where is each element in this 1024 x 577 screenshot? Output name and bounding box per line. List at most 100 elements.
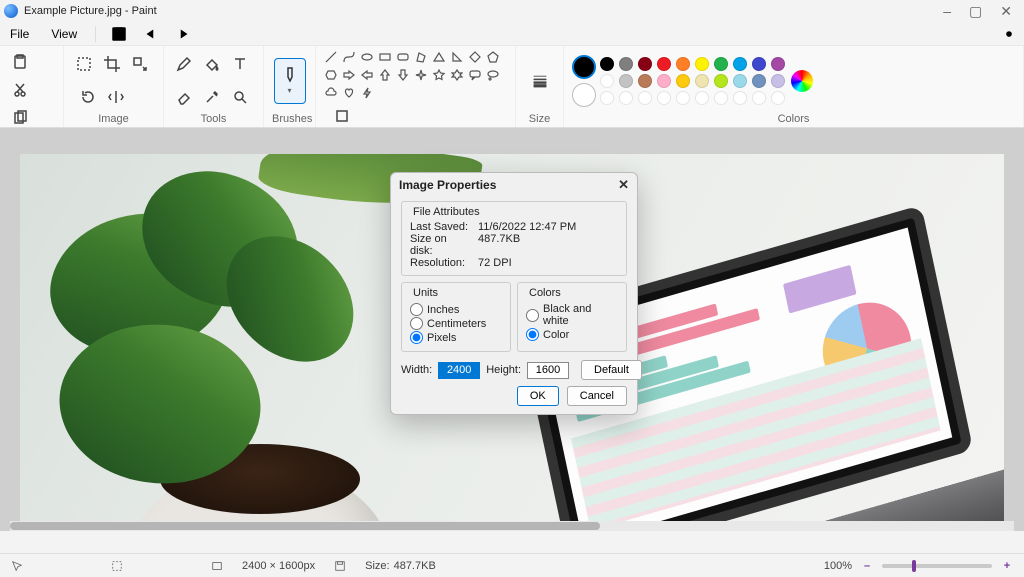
redo-icon[interactable] (174, 25, 192, 43)
color-swatch[interactable] (695, 91, 709, 105)
color-swatch[interactable] (638, 57, 652, 71)
color1-swatch[interactable] (572, 55, 596, 79)
units-pixels-radio[interactable] (410, 331, 423, 344)
color-swatch[interactable] (676, 91, 690, 105)
shape-lightning-icon[interactable] (360, 86, 374, 100)
zoom-slider[interactable] (882, 564, 992, 568)
color-swatch[interactable] (752, 91, 766, 105)
size-button[interactable] (525, 66, 555, 96)
shape-arrowd-icon[interactable] (396, 68, 410, 82)
shape-arrowu-icon[interactable] (378, 68, 392, 82)
color-swatch[interactable] (638, 91, 652, 105)
crop-icon[interactable] (100, 52, 124, 76)
pencil-icon[interactable] (172, 52, 196, 76)
color-swatch[interactable] (771, 91, 785, 105)
default-button[interactable]: Default (581, 360, 642, 380)
color-swatch[interactable] (733, 74, 747, 88)
shape-oval-icon[interactable] (360, 50, 374, 64)
shape-heart-icon[interactable] (342, 86, 356, 100)
rotate-icon[interactable] (76, 85, 100, 109)
color-swatch[interactable] (733, 57, 747, 71)
color-swatch[interactable] (771, 74, 785, 88)
width-input[interactable] (438, 362, 480, 379)
zoom-in-button[interactable]: + (1000, 559, 1014, 573)
shape-callout-icon[interactable] (468, 68, 482, 82)
brushes-button[interactable]: ▾ (274, 58, 306, 104)
shape-hexagon-icon[interactable] (324, 68, 338, 82)
shape-curve-icon[interactable] (342, 50, 356, 64)
menu-file[interactable]: File (6, 25, 33, 43)
colors-color-radio[interactable] (526, 328, 539, 341)
shape-arrowr-icon[interactable] (342, 68, 356, 82)
cancel-button[interactable]: Cancel (567, 386, 627, 406)
shape-cloud-icon[interactable] (324, 86, 338, 100)
eyedropper-icon[interactable] (200, 85, 224, 109)
dialog-close-button[interactable]: ✕ (618, 177, 629, 193)
color-swatch[interactable] (695, 57, 709, 71)
close-button[interactable]: ✕ (1000, 3, 1012, 20)
color-swatch[interactable] (771, 57, 785, 71)
color-swatch[interactable] (638, 74, 652, 88)
height-input[interactable] (527, 362, 569, 379)
text-icon[interactable] (228, 52, 252, 76)
shape-star4-icon[interactable] (414, 68, 428, 82)
shape-rtriangle-icon[interactable] (450, 50, 464, 64)
shape-polygon-icon[interactable] (414, 50, 428, 64)
color-swatch[interactable] (752, 74, 766, 88)
select-icon[interactable] (72, 52, 96, 76)
group-label-size: Size (524, 111, 555, 125)
maximize-button[interactable]: ▢ (969, 3, 982, 20)
shapes-gallery[interactable] (324, 50, 500, 100)
colors-bw-radio[interactable] (526, 309, 539, 322)
color-swatch[interactable] (695, 74, 709, 88)
flip-icon[interactable] (104, 85, 128, 109)
color-swatch[interactable] (657, 91, 671, 105)
shape-rect-icon[interactable] (378, 50, 392, 64)
menu-view[interactable]: View (47, 25, 81, 43)
shape-star6-icon[interactable] (450, 68, 464, 82)
ok-button[interactable]: OK (517, 386, 559, 406)
zoom-out-button[interactable]: – (860, 559, 874, 573)
units-inches-radio[interactable] (410, 303, 423, 316)
settings-icon[interactable] (1000, 25, 1018, 43)
shape-arrowl-icon[interactable] (360, 68, 374, 82)
group-label-colors: Colors (572, 111, 1015, 125)
horizontal-scrollbar[interactable] (10, 521, 1014, 531)
color-swatch[interactable] (657, 74, 671, 88)
shape-roundrect-icon[interactable] (396, 50, 410, 64)
color-swatch[interactable] (676, 74, 690, 88)
shape-callout2-icon[interactable] (486, 68, 500, 82)
color-swatch[interactable] (714, 74, 728, 88)
eraser-icon[interactable] (172, 85, 196, 109)
color-swatch[interactable] (600, 91, 614, 105)
shape-line-icon[interactable] (324, 50, 338, 64)
color-swatch[interactable] (752, 57, 766, 71)
save-icon[interactable] (110, 25, 128, 43)
magnifier-icon[interactable] (228, 85, 252, 109)
color-swatch[interactable] (657, 57, 671, 71)
color-swatch[interactable] (714, 91, 728, 105)
color-swatch[interactable] (619, 91, 633, 105)
resize-icon[interactable] (128, 52, 152, 76)
paste-icon[interactable] (8, 50, 32, 74)
shape-pentagon-icon[interactable] (486, 50, 500, 64)
shape-star5-icon[interactable] (432, 68, 446, 82)
color2-swatch[interactable] (572, 83, 596, 107)
shape-outline-icon[interactable] (330, 104, 354, 128)
color-swatch[interactable] (676, 57, 690, 71)
cut-icon[interactable] (8, 78, 32, 102)
color-swatch[interactable] (600, 57, 614, 71)
units-cm-radio[interactable] (410, 317, 423, 330)
color-swatch[interactable] (619, 74, 633, 88)
color-swatch[interactable] (733, 91, 747, 105)
copy-icon[interactable] (8, 106, 32, 130)
edit-colors-button[interactable] (791, 70, 813, 92)
shape-diamond-icon[interactable] (468, 50, 482, 64)
color-swatch[interactable] (600, 74, 614, 88)
fill-icon[interactable] (200, 52, 224, 76)
color-swatch[interactable] (714, 57, 728, 71)
color-swatch[interactable] (619, 57, 633, 71)
shape-triangle-icon[interactable] (432, 50, 446, 64)
undo-icon[interactable] (142, 25, 160, 43)
minimize-button[interactable]: – (943, 3, 951, 20)
